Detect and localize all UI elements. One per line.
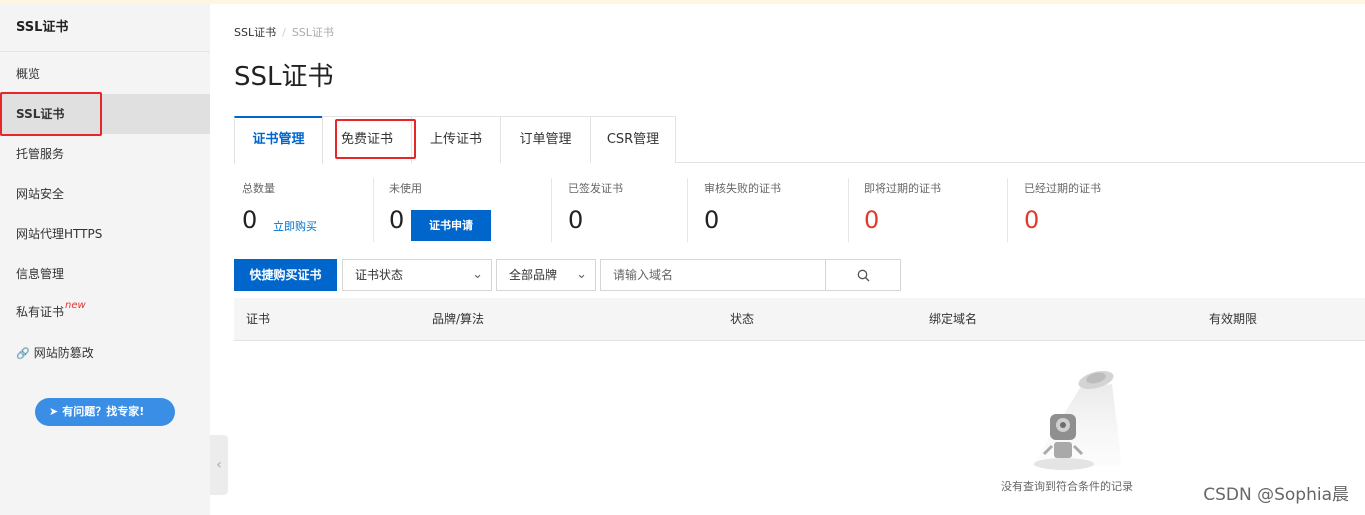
chevron-left-icon: ‹ — [216, 457, 222, 473]
column-header: 绑定域名 — [929, 312, 978, 326]
breadcrumb-current: SSL证书 — [291, 26, 334, 39]
search-icon — [857, 269, 869, 282]
stat-value: 0 — [568, 206, 584, 234]
stat-value: 0 — [1024, 206, 1040, 234]
column-header: 有效期限 — [1209, 312, 1258, 326]
stat-label: 审核失败的证书 — [704, 182, 781, 195]
tab-label: 证书管理 — [252, 132, 305, 147]
stat-total: 总数量 0 立即购买 — [242, 176, 362, 246]
sidebar-item-label: 私有证书 — [16, 305, 65, 319]
tab-cert-management[interactable]: 证书管理 — [234, 116, 323, 164]
stat-value: 0 — [864, 206, 880, 234]
stat-label: 即将过期的证书 — [864, 182, 941, 195]
tab-csr-management[interactable]: CSR管理 — [590, 116, 676, 163]
column-header: 品牌/算法 — [432, 312, 485, 326]
breadcrumb: SSL证书 / SSL证书 — [234, 24, 334, 40]
search-button[interactable] — [826, 260, 900, 290]
select-value: 全部品牌 — [509, 268, 558, 282]
stat-value: 0 — [389, 206, 405, 234]
stat-expiring: 即将过期的证书 0 — [864, 176, 1004, 246]
stat-failed: 审核失败的证书 0 — [704, 176, 844, 246]
empty-message: 没有查询到符合条件的记录 — [1001, 480, 1133, 493]
bird-icon: ➤ — [49, 405, 59, 418]
new-badge: new — [65, 300, 86, 311]
sidebar-item-label: 网站防篡改 — [33, 346, 94, 360]
tab-label: 上传证书 — [429, 132, 482, 147]
table-header: 证书 品牌/算法 状态 绑定域名 有效期限 — [234, 298, 1365, 341]
tab-label: CSR管理 — [606, 132, 660, 147]
stat-divider — [848, 178, 849, 242]
sidebar: SSL证书 概览 SSL证书 托管服务 网站安全 网站代理HTTPS 信息管理 … — [0, 4, 210, 515]
cert-apply-button[interactable]: 证书申请 — [411, 210, 491, 241]
tab-label: 订单管理 — [519, 132, 572, 147]
chevron-down-icon: ⌄ — [472, 267, 483, 282]
sidebar-item-overview[interactable]: 概览 — [0, 54, 210, 94]
stat-expired: 已经过期的证书 0 — [1024, 176, 1164, 246]
sidebar-item-managed-service[interactable]: 托管服务 — [0, 134, 210, 174]
chevron-down-icon: ⌄ — [576, 267, 587, 282]
breadcrumb-separator: / — [282, 26, 286, 39]
tab-order-management[interactable]: 订单管理 — [500, 116, 591, 163]
stat-label: 已签发证书 — [568, 182, 623, 195]
stat-issued: 已签发证书 0 — [568, 176, 688, 246]
tab-label: 免费证书 — [340, 132, 393, 147]
link-icon: 🔗 — [16, 347, 30, 360]
sidebar-item-site-security[interactable]: 网站安全 — [0, 174, 210, 214]
stat-label: 总数量 — [242, 182, 275, 195]
watermark: CSDN @Sophia晨 — [1203, 485, 1349, 505]
tab-bar: 证书管理 免费证书 上传证书 订单管理 CSR管理 — [234, 116, 1365, 164]
cert-status-select[interactable]: 证书状态 ⌄ — [342, 259, 492, 291]
sidebar-item-label: 托管服务 — [16, 147, 65, 161]
quick-buy-button[interactable]: 快捷购买证书 — [234, 259, 337, 291]
stat-unused: 未使用 0 证书申请 — [389, 176, 529, 246]
select-value: 证书状态 — [355, 268, 404, 282]
buy-now-link[interactable]: 立即购买 — [273, 218, 317, 234]
sidebar-item-label: 概览 — [16, 67, 41, 81]
stat-divider — [373, 178, 374, 242]
main-content: SSL证书 / SSL证书 SSL证书 证书管理 免费证书 上传证书 订单管理 CS… — [234, 4, 1365, 515]
domain-search — [600, 259, 901, 291]
sidebar-item-label: SSL证书 — [16, 107, 65, 121]
column-header: 状态 — [730, 312, 755, 326]
empty-state: 没有查询到符合条件的记录 — [992, 366, 1142, 496]
sidebar-item-info-management[interactable]: 信息管理 — [0, 254, 210, 294]
sidebar-item-label: 网站代理HTTPS — [16, 227, 103, 241]
tab-upload-cert[interactable]: 上传证书 — [411, 116, 501, 163]
ufo-empty-illustration — [1032, 370, 1122, 470]
stat-divider — [1007, 178, 1008, 242]
stat-divider — [551, 178, 552, 242]
stat-value: 0 — [704, 206, 720, 234]
collapse-sidebar-handle[interactable]: ‹ — [210, 435, 228, 495]
sidebar-item-private-cert[interactable]: 私有证书new — [0, 292, 210, 332]
breadcrumb-root[interactable]: SSL证书 — [234, 26, 276, 39]
stat-label: 未使用 — [389, 182, 422, 195]
stat-divider — [687, 178, 688, 242]
sidebar-item-label: 网站安全 — [16, 187, 65, 201]
domain-search-input[interactable] — [601, 260, 826, 290]
page-title: SSL证书 — [234, 62, 334, 92]
ask-expert-button[interactable]: ➤ 有问题？找专家! — [35, 398, 175, 426]
tab-free-cert[interactable]: 免费证书 — [322, 116, 412, 163]
sidebar-item-ssl-cert[interactable]: SSL证书 — [0, 94, 210, 134]
brand-select[interactable]: 全部品牌 ⌄ — [496, 259, 596, 291]
stats-row: 总数量 0 立即购买 未使用 0 证书申请 已签发证书 0 审核失败的证书 0 … — [234, 176, 1365, 246]
sidebar-item-label: 信息管理 — [16, 267, 65, 281]
sidebar-item-https-proxy[interactable]: 网站代理HTTPS — [0, 214, 210, 254]
stat-value: 0 — [242, 206, 258, 234]
ask-expert-label: 有问题？找专家! — [62, 405, 145, 418]
sidebar-title: SSL证书 — [0, 4, 210, 52]
sidebar-item-tamper-protection[interactable]: 🔗 网站防篡改 — [0, 333, 210, 373]
stat-label: 已经过期的证书 — [1024, 182, 1101, 195]
column-header: 证书 — [246, 312, 271, 326]
